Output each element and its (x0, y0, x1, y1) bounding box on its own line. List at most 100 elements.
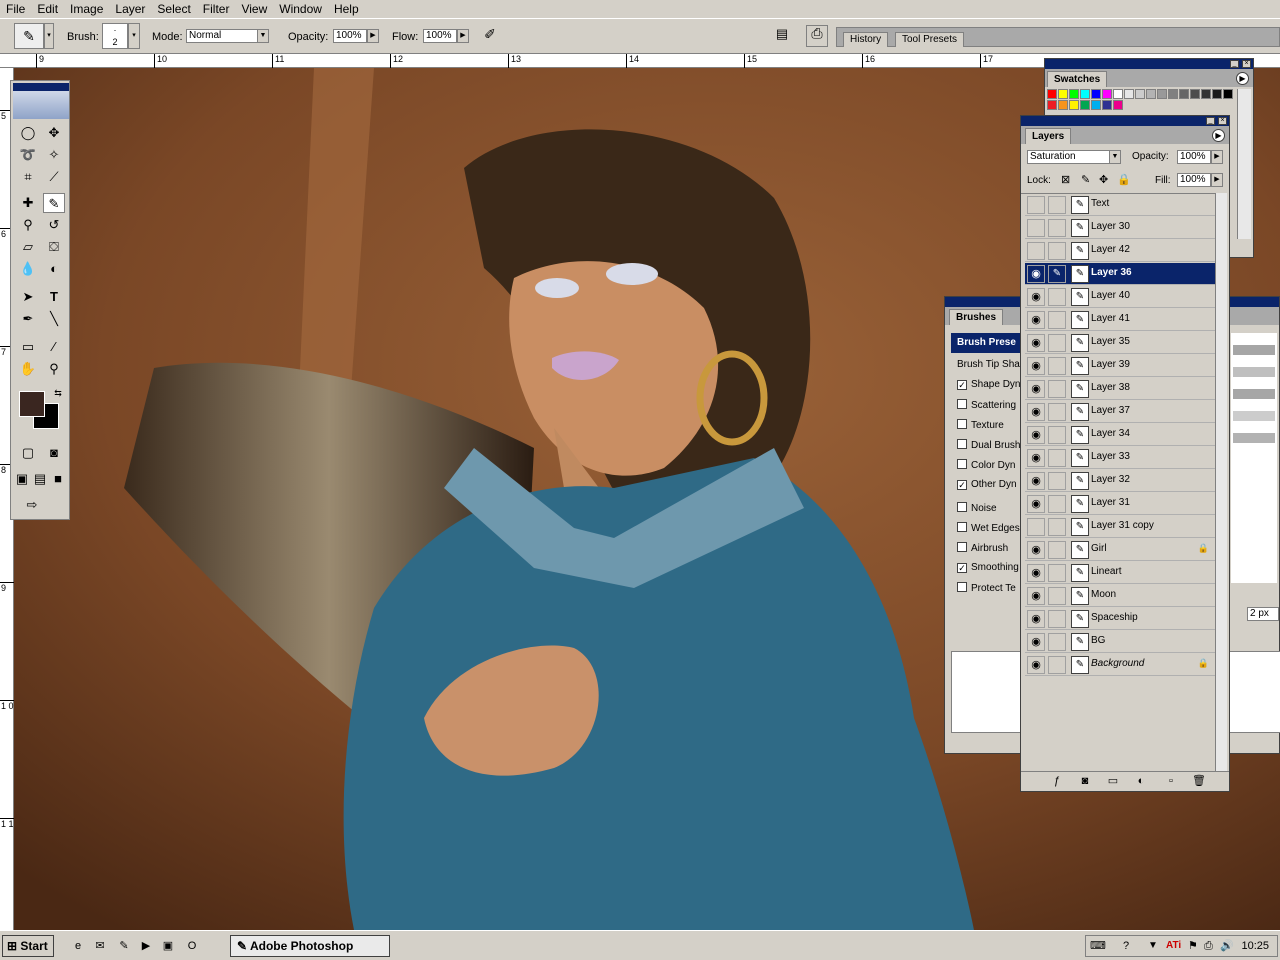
brush-option-checkbox[interactable] (957, 459, 967, 469)
swatch[interactable] (1091, 89, 1101, 99)
swatch[interactable] (1190, 89, 1200, 99)
eye-icon[interactable]: ◉ (1027, 357, 1045, 375)
ie-icon[interactable]: e (70, 938, 86, 954)
brush-option-row[interactable]: Protect Te (957, 582, 1016, 594)
eye-icon[interactable]: ◉ (1027, 564, 1045, 582)
media-player-icon[interactable]: ▶ (138, 938, 154, 954)
healing-brush-icon[interactable]: ✚ (17, 193, 39, 213)
opera-icon[interactable]: O (184, 938, 200, 954)
start-button[interactable]: ⊞ Start (2, 935, 54, 957)
add-mask-icon[interactable]: ◙ (1077, 773, 1093, 789)
swatch[interactable] (1058, 100, 1068, 110)
swatch[interactable] (1069, 89, 1079, 99)
menu-edit[interactable]: Edit (31, 0, 64, 18)
taskbar-window-photoshop[interactable]: ✎ Adobe Photoshop (230, 935, 390, 957)
menu-window[interactable]: Window (273, 0, 328, 18)
tab-tool-presets[interactable]: Tool Presets (895, 32, 965, 47)
tab-swatches[interactable]: Swatches (1047, 71, 1108, 87)
panel-menu-icon[interactable]: ▶ (1212, 129, 1225, 142)
tray-arrow-icon[interactable]: ▼ (1148, 936, 1158, 956)
quick-mask-icon[interactable]: ◙ (43, 443, 65, 463)
layer-style-icon[interactable]: ƒ (1049, 773, 1065, 789)
menu-image[interactable]: Image (64, 0, 109, 18)
swap-colors-icon[interactable]: ⇆ (47, 383, 69, 403)
eye-icon[interactable]: ◉ (1027, 380, 1045, 398)
swatch[interactable] (1124, 89, 1134, 99)
airbrush-icon[interactable]: ✐ (480, 27, 500, 45)
brush-tool-preset-icon[interactable]: ✎ (14, 23, 44, 49)
eye-icon[interactable]: ◉ (1027, 449, 1045, 467)
mode-select[interactable]: Normal (186, 29, 258, 43)
layer-row[interactable]: ◉ ✎ Layer 37 (1025, 401, 1215, 423)
blend-mode-select[interactable]: Saturation (1027, 150, 1111, 164)
print-icon[interactable]: ⎙ (806, 25, 828, 47)
menu-file[interactable]: File (0, 0, 31, 18)
notes-tool-icon[interactable]: ▭ (17, 337, 39, 357)
layer-row[interactable]: ✎ Layer 42 (1025, 240, 1215, 262)
layer-row[interactable]: ◉ ✎ Spaceship (1025, 608, 1215, 630)
hidden-layer-slot[interactable] (1027, 242, 1045, 260)
ati-icon[interactable]: ATi (1166, 936, 1181, 956)
crop-tool-icon[interactable]: ⌗ (17, 167, 39, 187)
zoom-tool-icon[interactable]: ⚲ (43, 359, 65, 379)
eye-icon[interactable]: ◉ (1027, 587, 1045, 605)
hand-tool-icon[interactable]: ✋ (17, 359, 39, 379)
brush-strokes-list[interactable] (1231, 333, 1277, 583)
printer-icon[interactable]: ⎙ (1204, 936, 1213, 956)
swatch[interactable] (1146, 89, 1156, 99)
eye-icon[interactable]: ◉ (1027, 311, 1045, 329)
fill-field[interactable]: 100% (1177, 173, 1211, 187)
eraser-icon[interactable]: ▱ (17, 237, 39, 257)
eye-icon[interactable]: ◉ (1027, 426, 1045, 444)
tab-history[interactable]: History (843, 32, 889, 47)
lock-all-icon[interactable]: 🔒 (1117, 173, 1131, 186)
brush-option-checkbox[interactable]: ✓ (957, 563, 967, 573)
eyedropper-icon[interactable]: ⁄ (43, 337, 65, 357)
minimize-icon[interactable]: _ (1206, 117, 1215, 125)
mode-dropdown-arrow-icon[interactable]: ▼ (257, 29, 269, 43)
line-tool-icon[interactable]: ╲ (43, 309, 65, 329)
eye-icon[interactable]: ◉ (1027, 265, 1045, 283)
new-group-icon[interactable]: ▭ (1105, 773, 1121, 789)
layer-row[interactable]: ◉ ✎ Layer 34 (1025, 424, 1215, 446)
marquee-tool-icon[interactable]: ◯ (17, 123, 39, 143)
swatch[interactable] (1135, 89, 1145, 99)
lock-image-icon[interactable]: ✎ (1081, 173, 1090, 186)
brush-option-row[interactable]: Dual Brush (957, 439, 1020, 451)
swatches-scrollbar[interactable] (1237, 89, 1251, 239)
swatch[interactable] (1223, 89, 1233, 99)
layer-row[interactable]: ◉ ✎ Background 🔒 (1025, 654, 1215, 676)
link-slot[interactable] (1048, 449, 1066, 467)
brush-picker[interactable]: · 2 (102, 23, 128, 49)
layer-row[interactable]: ◉ ✎ Layer 32 (1025, 470, 1215, 492)
brush-active-icon[interactable]: ✎ (1048, 265, 1066, 283)
hidden-layer-slot[interactable] (1027, 219, 1045, 237)
brush-option-row[interactable]: Noise (957, 502, 997, 514)
swatch[interactable] (1179, 89, 1189, 99)
link-slot[interactable] (1048, 495, 1066, 513)
eye-icon[interactable]: ◉ (1027, 633, 1045, 651)
brush-dropdown-arrow-icon[interactable]: ▾ (128, 23, 140, 49)
layer-row[interactable]: ◉ ✎ Layer 41 (1025, 309, 1215, 331)
link-slot[interactable] (1048, 403, 1066, 421)
blur-tool-icon[interactable]: 💧 (17, 259, 39, 279)
link-slot[interactable] (1048, 610, 1066, 628)
layer-row[interactable]: ◉ ✎ Layer 31 (1025, 493, 1215, 515)
layer-row[interactable]: ◉ ✎ Girl 🔒 (1025, 539, 1215, 561)
volume-icon[interactable]: 🔊 (1220, 936, 1234, 956)
pen-launcher-icon[interactable]: ✎ (116, 938, 132, 954)
dodge-tool-icon[interactable]: ◐ (43, 259, 65, 279)
link-slot[interactable] (1048, 380, 1066, 398)
eye-icon[interactable]: ◉ (1027, 334, 1045, 352)
magic-wand-icon[interactable]: ✧ (43, 145, 65, 165)
screen-mode-full-menu-icon[interactable]: ▤ (31, 469, 49, 489)
file-browser-icon[interactable]: ▤ (773, 27, 791, 45)
swatch[interactable] (1168, 89, 1178, 99)
brush-option-checkbox[interactable]: ✓ (957, 480, 967, 490)
menu-select[interactable]: Select (151, 0, 196, 18)
layer-row[interactable]: ◉ ✎ ✎ Layer 36 (1025, 263, 1215, 285)
brush-option-checkbox[interactable] (957, 502, 967, 512)
swatch[interactable] (1201, 89, 1211, 99)
paint-bucket-icon[interactable]: ⛋ (43, 237, 65, 257)
tab-layers[interactable]: Layers (1025, 128, 1072, 144)
